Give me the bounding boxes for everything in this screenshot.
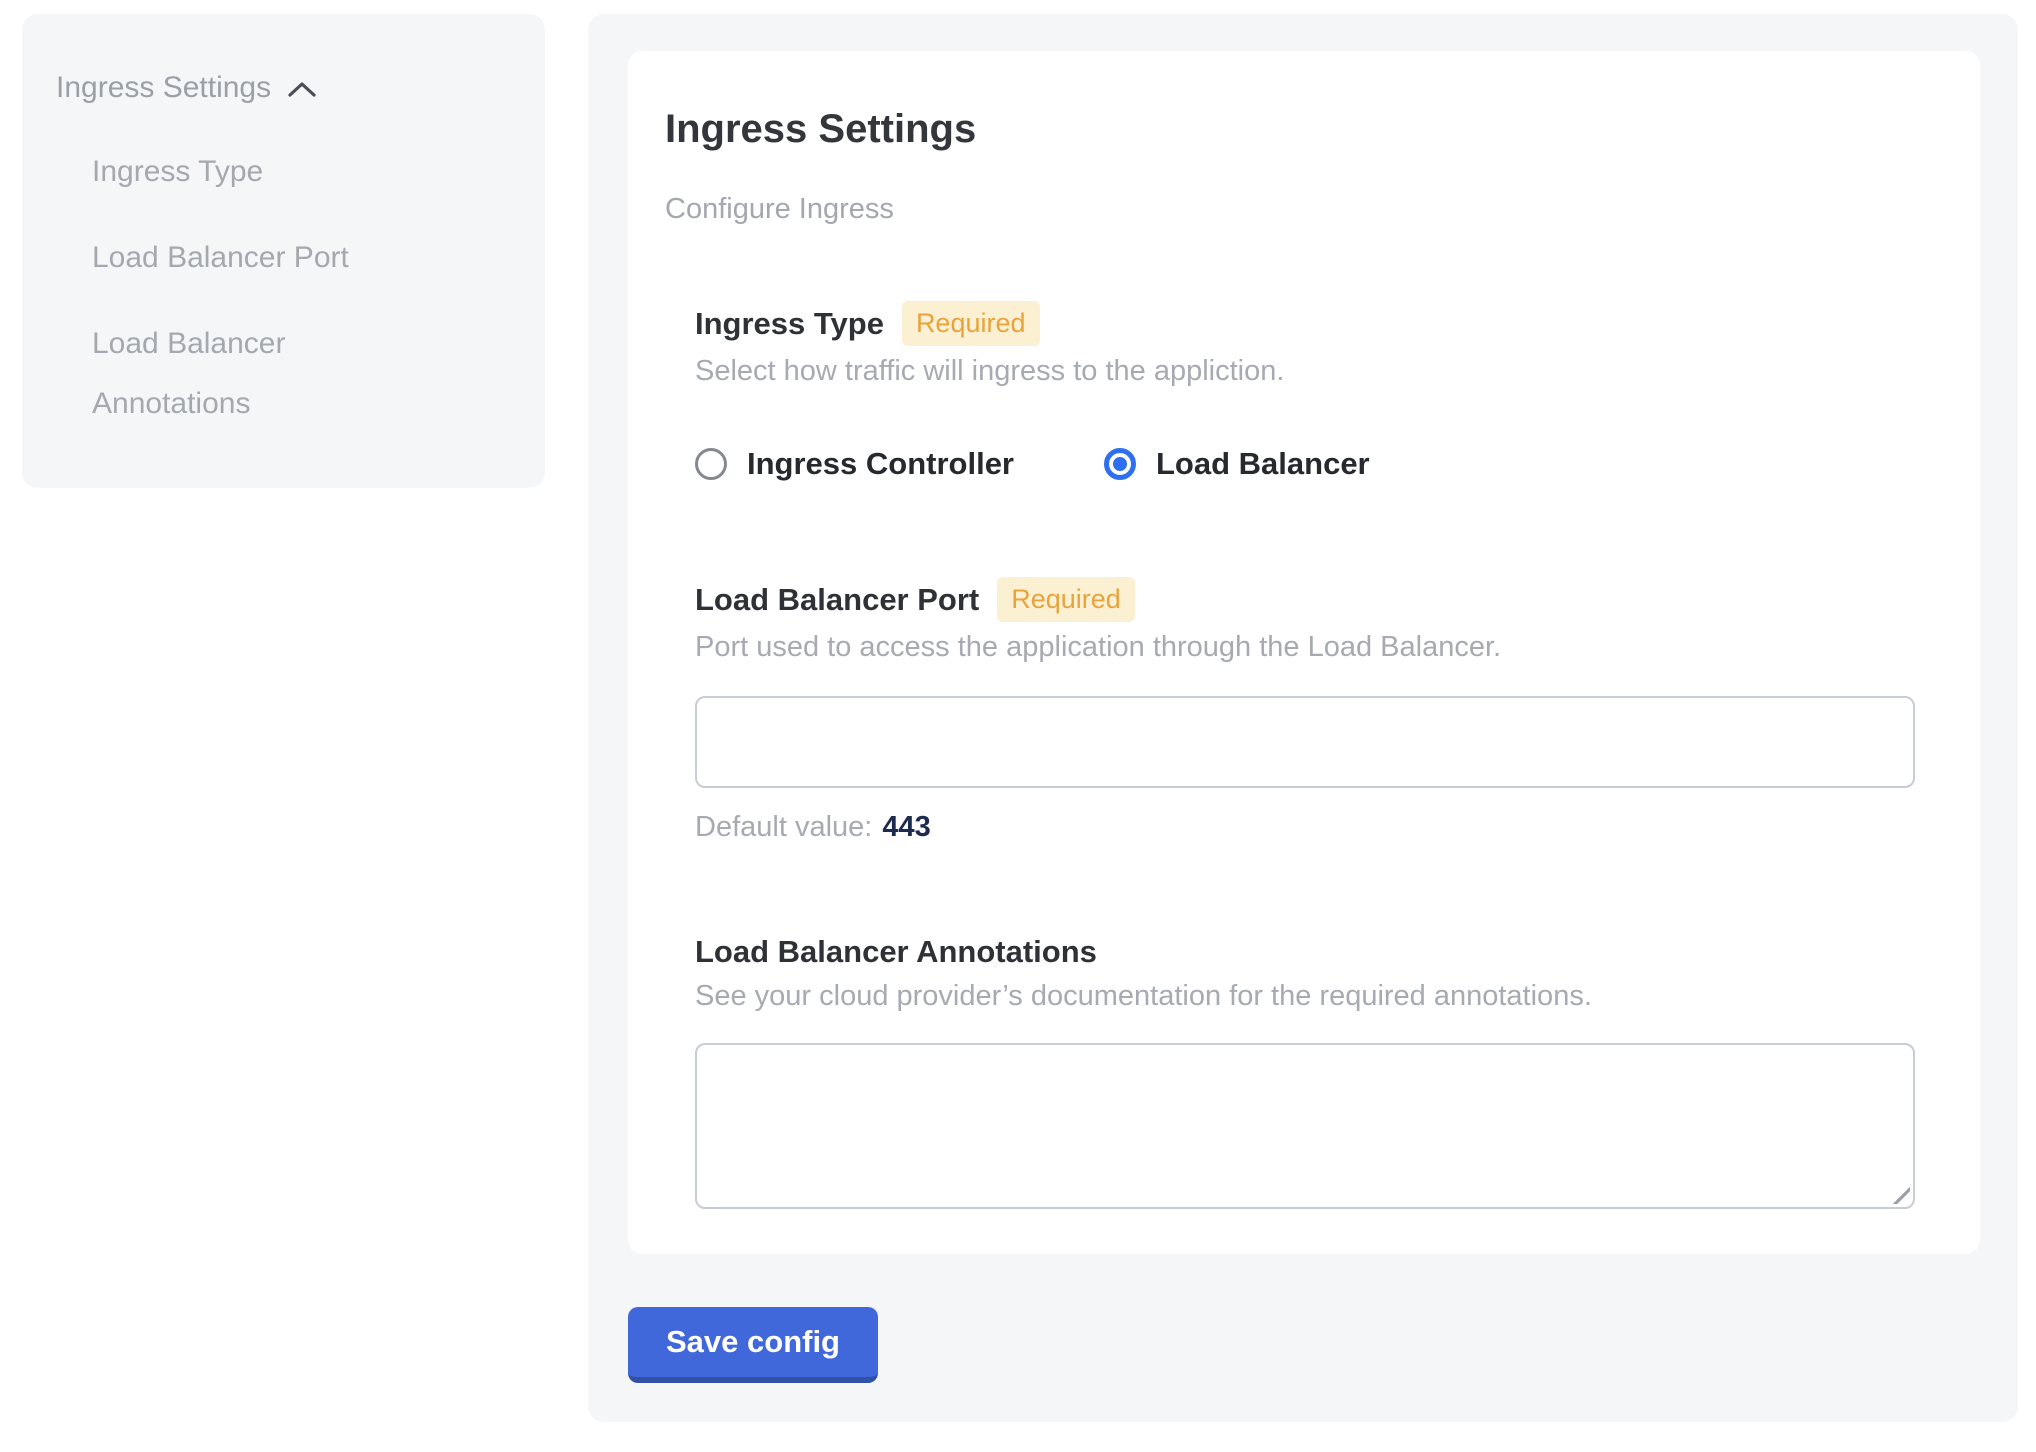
section-load-balancer-annotations: Load Balancer Annotations See your cloud… — [695, 933, 1915, 1209]
ingress-settings-panel: Ingress Settings Configure Ingress Ingre… — [588, 14, 2018, 1422]
sidebar-group-label: Ingress Settings — [56, 66, 271, 110]
section-load-balancer-port: Load Balancer Port Required Port used to… — [695, 577, 1915, 846]
lb-port-label: Load Balancer Port — [695, 581, 979, 619]
ingress-type-label-row: Ingress Type Required — [695, 301, 1915, 346]
lb-annotations-description: See your cloud provider’s documentation … — [695, 977, 1915, 1015]
radio-circle-icon — [695, 448, 727, 480]
default-value-number: 443 — [882, 811, 930, 843]
ingress-type-radio-group: Ingress Controller Load Balancer — [695, 446, 1915, 482]
form-sections: Ingress Type Required Select how traffic… — [695, 301, 1915, 1209]
lb-port-description: Port used to access the application thro… — [695, 628, 1915, 666]
ingress-type-label: Ingress Type — [695, 305, 884, 343]
required-badge: Required — [902, 301, 1040, 346]
lb-port-default-hint: Default value: 443 — [695, 808, 1915, 846]
radio-option-label: Ingress Controller — [747, 446, 1014, 482]
sidebar-item-ingress-type[interactable]: Ingress Type — [92, 142, 432, 202]
chevron-up-icon — [287, 80, 317, 100]
radio-option-load-balancer[interactable]: Load Balancer — [1104, 446, 1370, 482]
required-badge: Required — [997, 577, 1135, 622]
sidebar-item-list: Ingress Type Load Balancer Port Load Bal… — [92, 142, 515, 434]
lb-annotations-field — [695, 1043, 1915, 1209]
section-ingress-type: Ingress Type Required Select how traffic… — [695, 301, 1915, 482]
save-config-button[interactable]: Save config — [628, 1307, 878, 1383]
page-subtitle: Configure Ingress — [665, 189, 1915, 229]
radio-option-label: Load Balancer — [1156, 446, 1370, 482]
lb-port-label-row: Load Balancer Port Required — [695, 577, 1915, 622]
lb-annotations-label-row: Load Balancer Annotations — [695, 933, 1915, 971]
ingress-type-description: Select how traffic will ingress to the a… — [695, 352, 1915, 390]
radio-option-ingress-controller[interactable]: Ingress Controller — [695, 446, 1014, 482]
page-title: Ingress Settings — [665, 105, 1915, 153]
ingress-settings-card: Ingress Settings Configure Ingress Ingre… — [628, 51, 1980, 1254]
lb-port-input[interactable] — [695, 696, 1915, 788]
lb-annotations-textarea[interactable] — [695, 1043, 1915, 1209]
sidebar-item-load-balancer-port[interactable]: Load Balancer Port — [92, 228, 432, 288]
sidebar-item-load-balancer-annotations[interactable]: Load Balancer Annotations — [92, 314, 432, 434]
page: Ingress Settings Ingress Type Load Balan… — [0, 0, 2036, 1422]
settings-sidebar: Ingress Settings Ingress Type Load Balan… — [22, 14, 545, 488]
default-value-label: Default value: — [695, 811, 872, 843]
sidebar-group-ingress-settings[interactable]: Ingress Settings — [56, 66, 515, 110]
lb-annotations-label: Load Balancer Annotations — [695, 933, 1097, 971]
radio-circle-icon — [1104, 448, 1136, 480]
